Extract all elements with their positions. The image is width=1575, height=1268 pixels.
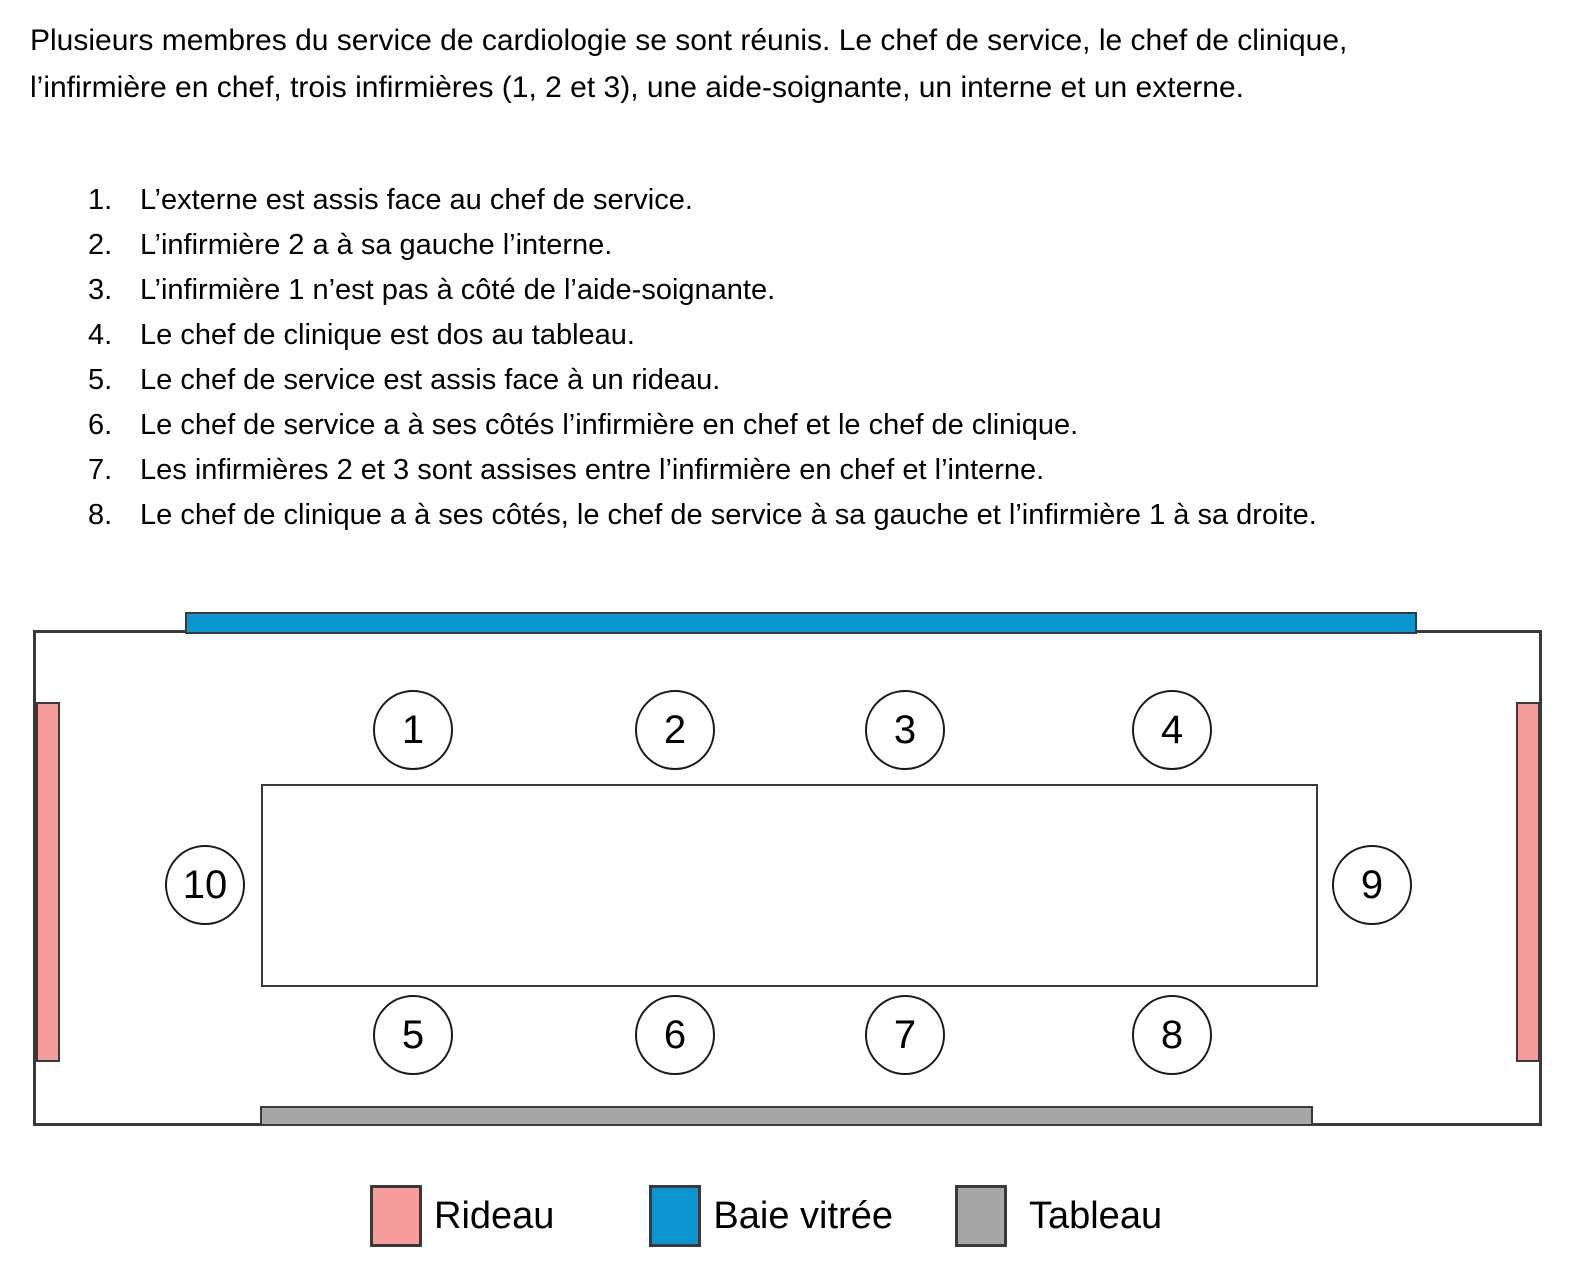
seat-4[interactable]: 4 (1132, 690, 1212, 770)
seat-9[interactable]: 9 (1332, 845, 1412, 925)
clue-text: L’infirmière 2 a à sa gauche l’interne. (140, 229, 613, 261)
legend: Rideau Baie vitrée Tableau (370, 1185, 1162, 1247)
clue-text: L’externe est assis face au chef de serv… (140, 184, 693, 216)
clue-number: 6. (88, 409, 113, 441)
legend-swatch-tableau (954, 1185, 1007, 1247)
clue-number: 7. (88, 454, 113, 486)
legend-label-rideau: Rideau (434, 1194, 555, 1237)
intro-paragraph: Plusieurs membres du service de cardiolo… (30, 18, 1540, 111)
seat-5[interactable]: 5 (373, 995, 453, 1075)
clue-text: L’infirmière 1 n’est pas à côté de l’aid… (140, 274, 776, 306)
clue-number: 4. (88, 319, 113, 351)
seat-3[interactable]: 3 (865, 690, 945, 770)
legend-label-tableau: Tableau (1028, 1194, 1163, 1237)
list-item: 4. Le chef de clinique est dos au tablea… (88, 313, 1538, 358)
clue-number: 2. (88, 229, 113, 261)
list-item: 2. L’infirmière 2 a à sa gauche l’intern… (88, 223, 1538, 268)
intro-line-1: Plusieurs membres du service de cardiolo… (30, 24, 1348, 57)
intro-line-2: l’infirmière en chef, trois infirmières … (30, 70, 1244, 104)
clue-list: 1. L’externe est assis face au chef de s… (88, 178, 1538, 538)
list-item: 6. Le chef de service a à ses côtés l’in… (88, 403, 1538, 448)
seat-1[interactable]: 1 (373, 690, 453, 770)
seat-6[interactable]: 6 (635, 995, 715, 1075)
seat-7[interactable]: 7 (865, 995, 945, 1075)
clue-text: Le chef de service a à ses côtés l’infir… (140, 409, 1079, 441)
baie-vitree-window (185, 612, 1417, 634)
list-item: 5. Le chef de service est assis face à u… (88, 358, 1538, 403)
legend-swatch-rideau (370, 1185, 422, 1247)
clue-text: Les infirmières 2 et 3 sont assises entr… (140, 454, 1045, 486)
list-item: 8. Le chef de clinique a à ses côtés, le… (88, 493, 1538, 538)
list-item: 1. L’externe est assis face au chef de s… (88, 178, 1538, 223)
seat-10[interactable]: 10 (165, 845, 245, 925)
legend-label-baie-vitree: Baie vitrée (713, 1194, 893, 1237)
seat-8[interactable]: 8 (1132, 995, 1212, 1075)
clue-number: 5. (88, 364, 113, 396)
clue-number: 3. (88, 274, 113, 306)
tableau-board (260, 1106, 1313, 1126)
clue-text: Le chef de clinique est dos au tableau. (140, 319, 635, 351)
clue-text: Le chef de clinique a à ses côtés, le ch… (140, 499, 1317, 531)
legend-item-tableau: Tableau (954, 1185, 1163, 1247)
clue-number: 8. (88, 499, 113, 531)
rideau-left-curtain (36, 702, 60, 1062)
list-item: 7. Les infirmières 2 et 3 sont assises e… (88, 448, 1538, 493)
clue-number: 1. (88, 184, 113, 216)
legend-item-baie-vitree: Baie vitrée (649, 1185, 893, 1247)
legend-swatch-baie-vitree (649, 1185, 702, 1247)
seat-2[interactable]: 2 (635, 690, 715, 770)
legend-item-rideau: Rideau (370, 1185, 554, 1247)
clue-text: Le chef de service est assis face à un r… (140, 364, 721, 396)
meeting-table (261, 784, 1318, 987)
list-item: 3. L’infirmière 1 n’est pas à côté de l’… (88, 268, 1538, 313)
rideau-right-curtain (1516, 702, 1540, 1062)
